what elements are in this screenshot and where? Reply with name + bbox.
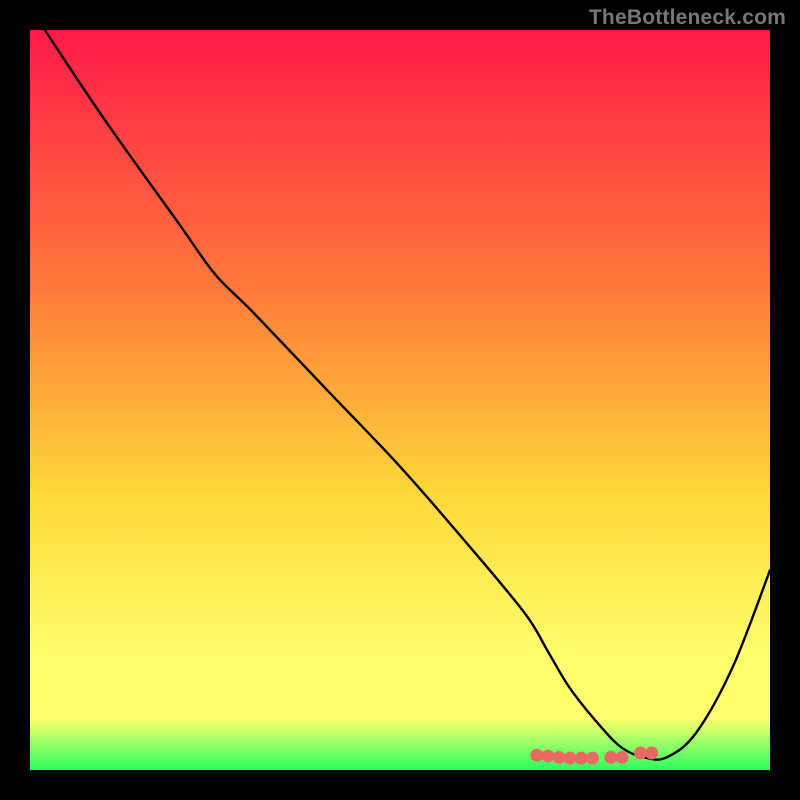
highlight-marker bbox=[604, 751, 617, 764]
chart-svg bbox=[30, 30, 770, 770]
highlight-marker bbox=[530, 749, 543, 762]
watermark-text: TheBottleneck.com bbox=[589, 6, 786, 30]
highlight-marker bbox=[634, 746, 647, 759]
chart-frame: TheBottleneck.com bbox=[0, 0, 800, 800]
highlight-marker bbox=[542, 749, 555, 762]
gradient-background bbox=[30, 30, 770, 770]
highlight-marker bbox=[616, 751, 629, 764]
highlight-marker bbox=[564, 752, 577, 765]
highlight-marker bbox=[645, 746, 658, 759]
highlight-marker bbox=[586, 752, 599, 765]
plot-area bbox=[30, 30, 770, 770]
highlight-marker bbox=[575, 752, 588, 765]
highlight-marker bbox=[553, 751, 566, 764]
